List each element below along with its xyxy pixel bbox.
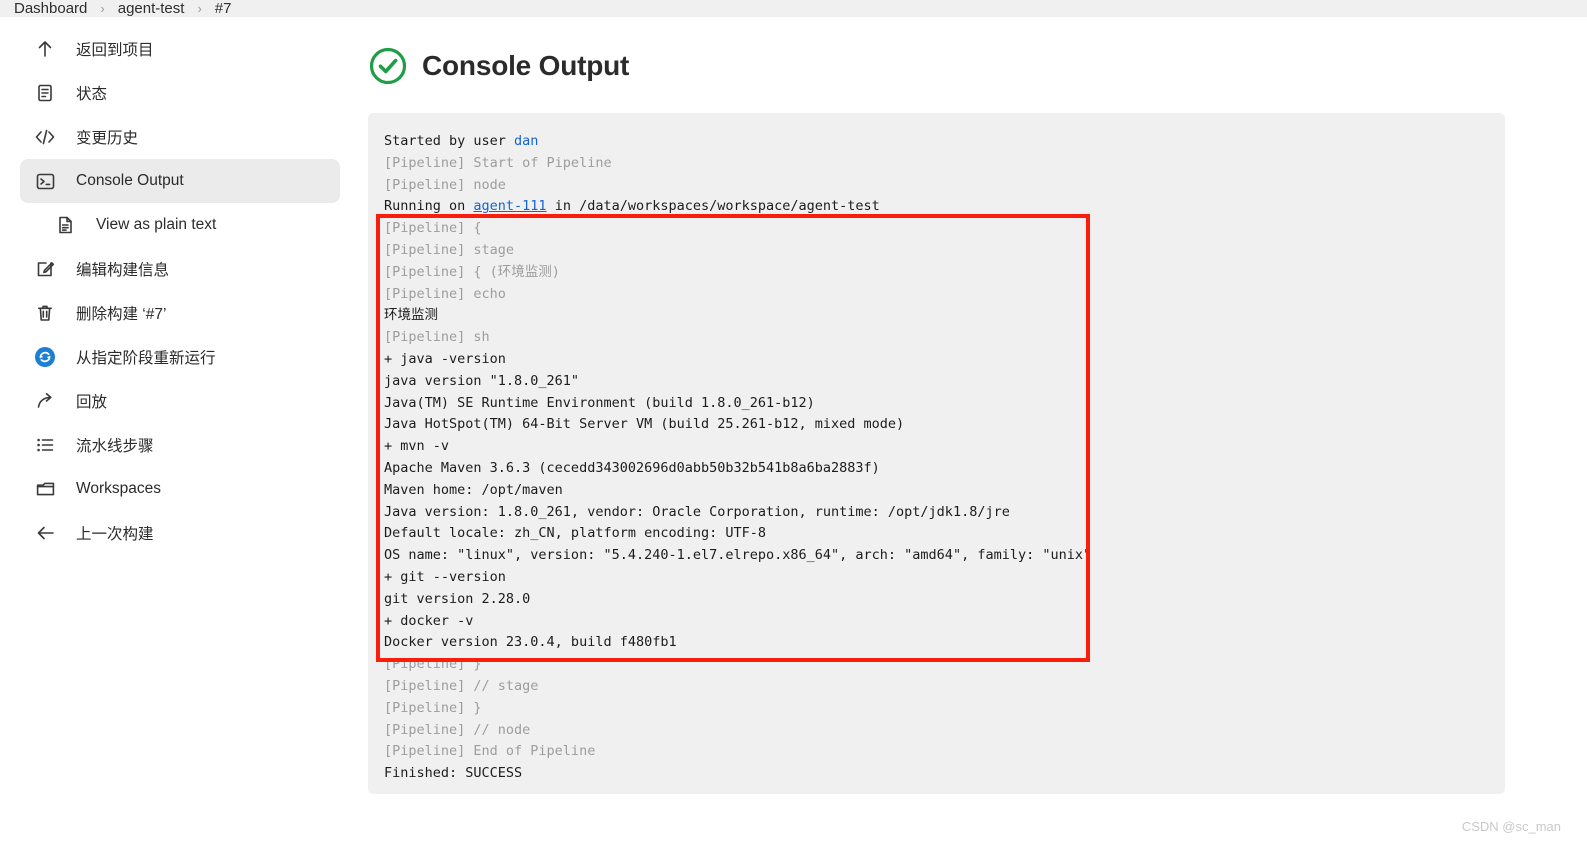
sidebar-item-[interactable]: 状态 [20, 71, 340, 115]
folder-icon [32, 479, 58, 499]
console-line: OS name: "linux", version: "5.4.240-1.el… [384, 547, 1092, 564]
breadcrumb-separator: › [197, 1, 202, 16]
sidebar-item-label: 上一次构建 [76, 526, 154, 543]
edit-pencil-icon [32, 259, 58, 279]
breadcrumb-item-job[interactable]: agent-test [118, 0, 185, 17]
console-line: [Pipeline] End of Pipeline [384, 743, 596, 760]
console-line: Java version: 1.8.0_261, vendor: Oracle … [384, 503, 1010, 520]
sidebar-item-workspaces[interactable]: Workspaces [20, 467, 340, 511]
console-line: git version 2.28.0 [384, 590, 531, 607]
console-line: [Pipeline] sh [384, 329, 490, 346]
sidebar-item-[interactable]: 返回到项目 [20, 27, 340, 71]
console-line: Started by user dan [384, 131, 1505, 153]
watermark: CSDN @sc_man [1461, 819, 1561, 834]
console-line: Maven home: /opt/maven [384, 481, 563, 498]
sidebar: 返回到项目状态变更历史 Console Output View as plain t… [0, 17, 360, 852]
breadcrumb-item-build[interactable]: #7 [215, 0, 232, 17]
pipeline-steps-icon [32, 435, 58, 455]
console-line: + git --version [384, 568, 506, 585]
sidebar-item-label: 状态 [76, 86, 108, 103]
sidebar-item-[interactable]: 流水线步骤 [20, 423, 340, 467]
sidebar-item-7[interactable]: 删除构建 ‘#7’ [20, 291, 340, 335]
console-line: [Pipeline] // stage [384, 677, 539, 694]
sidebar-item-[interactable]: 编辑构建信息 [20, 247, 340, 291]
restart-circle-icon [32, 346, 58, 368]
sidebar-item-label: 变更历史 [76, 130, 139, 147]
console-line: Finished: SUCCESS [384, 765, 523, 782]
plain-text-file-icon [52, 215, 78, 235]
page-body: 返回到项目状态变更历史 Console Output View as plain t… [0, 17, 1587, 852]
main-content: Console Output Started by user dan [Pipel… [360, 17, 1587, 852]
arrow-up-icon [32, 39, 58, 59]
sidebar-item-[interactable]: 变更历史 [20, 115, 340, 159]
console-link[interactable]: dan [514, 133, 538, 149]
sidebar-item-label: 编辑构建信息 [76, 262, 170, 279]
success-check-circle-icon [368, 46, 408, 86]
sidebar-item-label: 删除构建 ‘#7’ [76, 306, 167, 323]
console-line: + docker -v [384, 612, 474, 629]
breadcrumb: Dashboard › agent-test › #7 [0, 0, 1587, 17]
console-line: + mvn -v [384, 438, 450, 455]
sidebar-item-[interactable]: 回放 [20, 379, 340, 423]
console-line: Java(TM) SE Runtime Environment (build 1… [384, 394, 815, 411]
sidebar-item-view-as-plain-text[interactable]: View as plain text [40, 203, 340, 247]
console-line: Docker version 23.0.4, build f480fb1 [384, 634, 677, 651]
console-line: [Pipeline] } [384, 656, 482, 673]
console-line: 环境监测 [384, 307, 438, 324]
sidebar-item-label: Console Output [76, 172, 184, 189]
sidebar-item-label: 从指定阶段重新运行 [76, 350, 216, 367]
sidebar-item-label: 返回到项目 [76, 42, 154, 59]
console-line: [Pipeline] // node [384, 721, 531, 738]
breadcrumb-separator: › [100, 1, 105, 16]
console-line: [Pipeline] stage [384, 241, 515, 258]
console-link[interactable]: agent-111 [473, 198, 546, 214]
console-line: Apache Maven 3.6.3 (cecedd343002696d0abb… [384, 459, 880, 476]
console-line-tail: in /data/workspaces/workspace/agent-test [546, 198, 880, 215]
sidebar-item-[interactable]: 上一次构建 [20, 511, 340, 555]
arrow-left-icon [32, 523, 58, 543]
console-line: Default locale: zh_CN, platform encoding… [384, 525, 767, 542]
console-line: Running on agent-111 in /data/workspaces… [384, 196, 1505, 218]
console-output-panel[interactable]: Started by user dan [Pipeline] Start of P… [368, 113, 1505, 794]
code-brackets-icon [32, 127, 58, 147]
sidebar-item-label: Workspaces [76, 480, 161, 497]
status-document-icon [32, 83, 58, 103]
console-line: [Pipeline] node [384, 176, 506, 193]
console-log: Started by user dan [Pipeline] Start of P… [384, 131, 1505, 785]
page-title: Console Output [422, 50, 630, 81]
page-header: Console Output [368, 43, 1587, 89]
console-line: [Pipeline] { [384, 220, 482, 237]
sidebar-item-label: 回放 [76, 394, 108, 411]
sidebar-item-console-output[interactable]: Console Output [20, 159, 340, 203]
console-line: [Pipeline] } [384, 699, 482, 716]
replay-arrow-icon [32, 391, 58, 411]
breadcrumb-item-dashboard[interactable]: Dashboard [14, 0, 87, 17]
sidebar-item-[interactable]: 从指定阶段重新运行 [20, 335, 340, 379]
console-line-text: Started by user [384, 133, 515, 149]
console-line: [Pipeline] echo [384, 285, 506, 302]
terminal-icon [32, 171, 58, 192]
trash-icon [32, 303, 58, 323]
console-line: + java -version [384, 350, 506, 367]
console-line: java version "1.8.0_261" [384, 372, 580, 389]
console-line-text: Running on [384, 198, 474, 215]
console-line: Java HotSpot(TM) 64-Bit Server VM (build… [384, 416, 905, 433]
console-line: [Pipeline] Start of Pipeline [384, 154, 612, 171]
sidebar-item-label: View as plain text [96, 216, 217, 233]
sidebar-item-label: 流水线步骤 [76, 438, 154, 455]
console-line: [Pipeline] { (环境监测) [384, 263, 560, 280]
